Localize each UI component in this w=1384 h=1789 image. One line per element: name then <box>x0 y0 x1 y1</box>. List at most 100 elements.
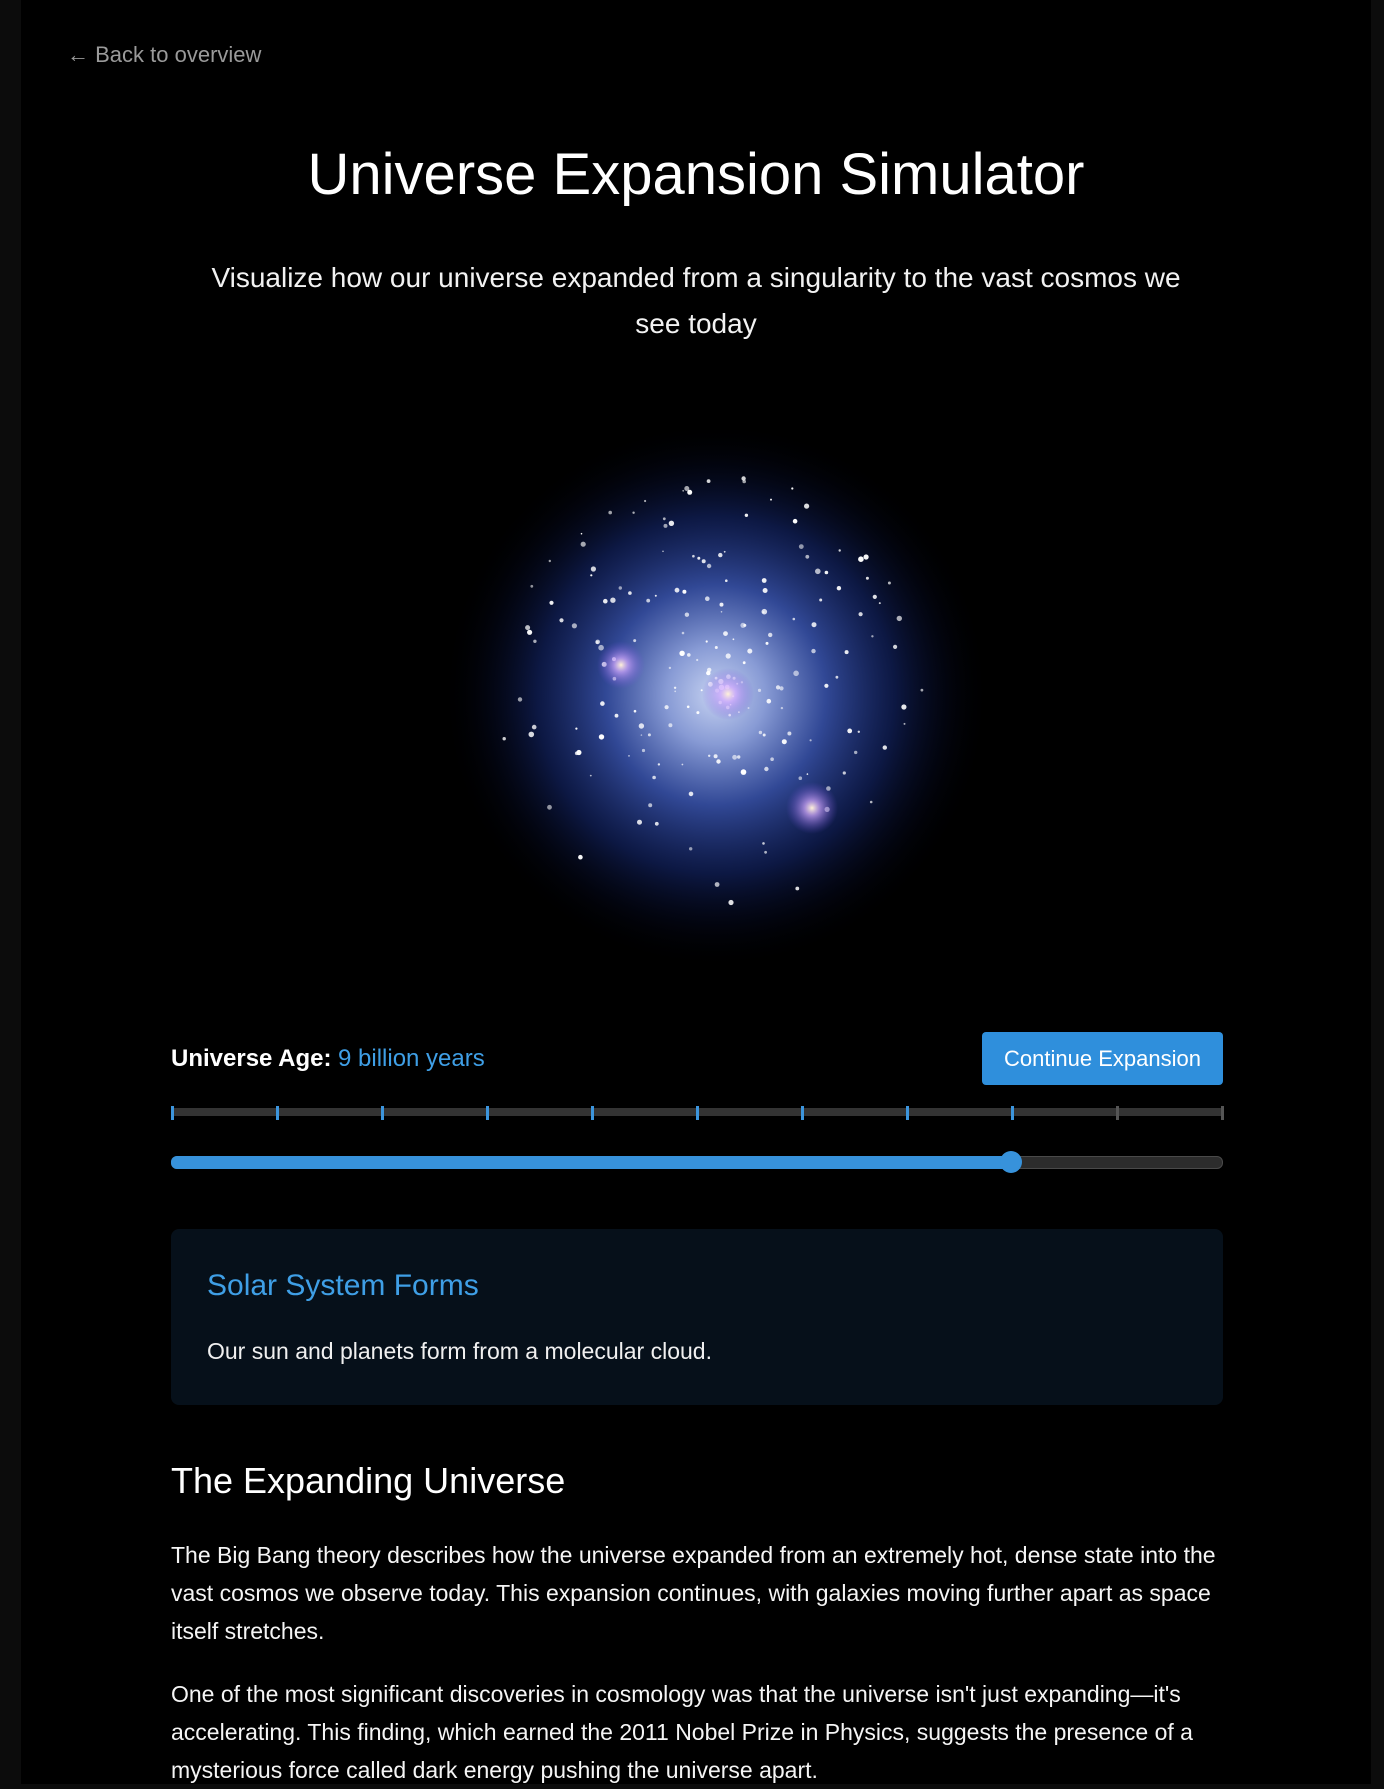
star <box>578 854 583 860</box>
star <box>768 632 773 638</box>
page: ← Back to overview Universe Expansion Si… <box>21 0 1371 1784</box>
star <box>662 550 664 553</box>
star <box>737 755 741 759</box>
star <box>530 584 534 588</box>
star <box>723 550 726 553</box>
star <box>590 574 593 577</box>
star <box>714 882 720 887</box>
star <box>608 510 612 515</box>
event-title: Solar System Forms <box>207 1269 479 1302</box>
star <box>761 578 767 583</box>
star <box>775 685 781 690</box>
star <box>701 559 706 564</box>
article-paragraph: One of the most significant discoveries … <box>171 1681 1193 1783</box>
star <box>595 639 600 645</box>
star <box>668 666 672 670</box>
star <box>571 623 577 629</box>
star <box>792 617 796 621</box>
star <box>528 731 535 738</box>
star <box>723 631 728 636</box>
star <box>795 886 800 891</box>
star <box>719 602 724 607</box>
star <box>637 819 642 825</box>
star <box>628 755 630 757</box>
timeline-markers <box>171 1106 1224 1122</box>
star <box>865 576 869 580</box>
star <box>580 541 586 547</box>
star <box>603 598 608 604</box>
star <box>761 608 768 615</box>
star <box>692 554 695 558</box>
article-paragraph: The Big Bang theory describes how the un… <box>171 1542 1216 1644</box>
star <box>689 847 693 851</box>
star <box>628 591 632 595</box>
event-card: Solar System Forms Our sun and planets f… <box>171 1229 1223 1405</box>
star <box>668 723 673 728</box>
star <box>633 709 637 713</box>
star <box>725 653 731 659</box>
galaxy-glow <box>786 782 838 834</box>
star <box>798 544 804 549</box>
universe-age-label: Universe Age: <box>171 1045 332 1072</box>
star <box>791 487 794 490</box>
timeline-tick <box>1116 1106 1119 1120</box>
star <box>705 596 710 601</box>
star <box>533 639 537 643</box>
star <box>644 499 647 503</box>
star <box>696 711 700 715</box>
star <box>725 579 728 582</box>
star <box>598 734 605 740</box>
star <box>674 690 677 693</box>
star <box>819 598 823 602</box>
star <box>764 766 769 772</box>
star <box>901 704 907 710</box>
timeline-tick <box>381 1106 384 1120</box>
star <box>762 733 766 737</box>
star <box>798 776 803 780</box>
star <box>590 566 596 572</box>
star <box>527 629 533 635</box>
continue-expansion-button[interactable]: Continue Expansion <box>982 1032 1223 1085</box>
star <box>657 763 661 766</box>
star <box>887 581 891 585</box>
star <box>824 683 829 688</box>
star <box>871 635 874 638</box>
star <box>668 520 675 526</box>
universe-age-slider[interactable] <box>171 1151 1223 1173</box>
star <box>646 598 651 603</box>
timeline-tick <box>696 1106 699 1120</box>
star <box>836 586 842 591</box>
star <box>648 803 653 808</box>
star <box>762 588 768 593</box>
star <box>632 511 635 514</box>
star <box>682 489 685 492</box>
timeline-tick <box>801 1106 804 1120</box>
star <box>741 476 746 481</box>
star <box>858 556 864 562</box>
star <box>805 554 810 559</box>
star <box>792 518 798 524</box>
universe-canvas <box>441 430 991 970</box>
star <box>662 517 666 521</box>
star <box>793 670 799 677</box>
star <box>732 638 735 641</box>
star <box>684 486 690 491</box>
star <box>835 675 839 679</box>
star <box>811 622 817 628</box>
star <box>696 658 699 662</box>
star <box>618 586 622 590</box>
star <box>706 670 711 676</box>
star <box>844 650 849 655</box>
star <box>708 754 711 757</box>
star <box>531 724 537 730</box>
star <box>641 748 646 753</box>
star <box>706 479 711 483</box>
star <box>714 646 718 649</box>
star <box>842 771 846 775</box>
slider-thumb[interactable] <box>1000 1151 1022 1173</box>
star <box>766 698 772 704</box>
star <box>863 554 869 560</box>
slider-fill <box>171 1156 1011 1169</box>
back-to-overview-link[interactable]: ← Back to overview <box>67 42 261 68</box>
star <box>654 594 657 597</box>
